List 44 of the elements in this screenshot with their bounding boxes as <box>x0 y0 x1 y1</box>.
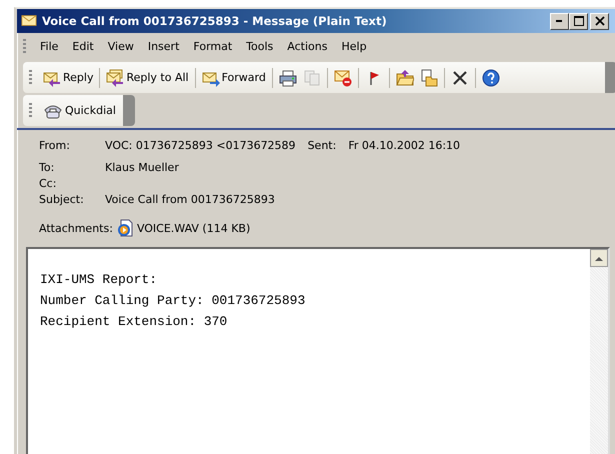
menu-item[interactable]: Insert <box>142 38 188 55</box>
field-value: Klaus Mueller <box>105 161 179 174</box>
help-icon <box>482 68 500 86</box>
maximize-icon <box>574 16 584 26</box>
minimize-button[interactable] <box>550 12 569 30</box>
body-text-line: Number Calling Party: 001736725893 <box>40 292 306 310</box>
reply-all-icon <box>106 68 124 86</box>
field-label: Attachments: <box>39 222 113 234</box>
close-button[interactable] <box>590 12 609 30</box>
attachment-link[interactable]: VOICE.WAV (114 KB) <box>136 222 250 234</box>
window-title: Voice Call from 001736725893 - Message (Plain Text) <box>42 14 388 28</box>
maximize-button[interactable] <box>569 12 588 30</box>
toolbar-button[interactable]: Forward <box>198 66 269 88</box>
envelope-icon <box>20 13 38 29</box>
field-label: Cc: <box>39 177 58 190</box>
field-label: From: <box>39 139 71 152</box>
menu-item[interactable]: Tools <box>240 38 282 55</box>
audio-file-icon <box>116 219 134 237</box>
field-label: Subject: <box>39 193 85 206</box>
menu-item[interactable]: File <box>34 38 66 55</box>
field-label: Sent: <box>308 139 336 152</box>
print-icon <box>278 68 297 86</box>
menu-item[interactable]: View <box>102 38 142 55</box>
toolbar-button[interactable]: Reply to All <box>103 66 192 88</box>
up-arrow-icon <box>595 256 603 260</box>
copy-icon <box>302 68 321 86</box>
body-text-line: Recipient Extension: 370 <box>40 313 228 331</box>
field-value: VOC: 01736725893 <0173672589 <box>105 139 296 152</box>
menu-item[interactable]: Help <box>335 38 375 55</box>
field-value: Voice Call from 001736725893 <box>105 193 275 206</box>
body-text-line: IXI-UMS Report: <box>40 271 158 289</box>
field-label: To: <box>39 160 56 174</box>
copy-to-folder-icon <box>420 68 438 86</box>
folder-icon <box>396 68 414 86</box>
toolbar-button[interactable]: Reply <box>40 66 96 88</box>
menu-item[interactable]: Format <box>187 38 240 55</box>
menu-item[interactable]: Edit <box>66 38 102 55</box>
scrollbar[interactable] <box>590 249 608 454</box>
delete-icon <box>450 68 469 86</box>
minimize-icon <box>556 20 564 22</box>
menu-item[interactable]: Actions <box>281 38 336 55</box>
mail-delete-icon <box>334 68 352 86</box>
field-value: Fr 04.10.2002 16:10 <box>348 139 460 152</box>
close-icon <box>594 16 604 26</box>
